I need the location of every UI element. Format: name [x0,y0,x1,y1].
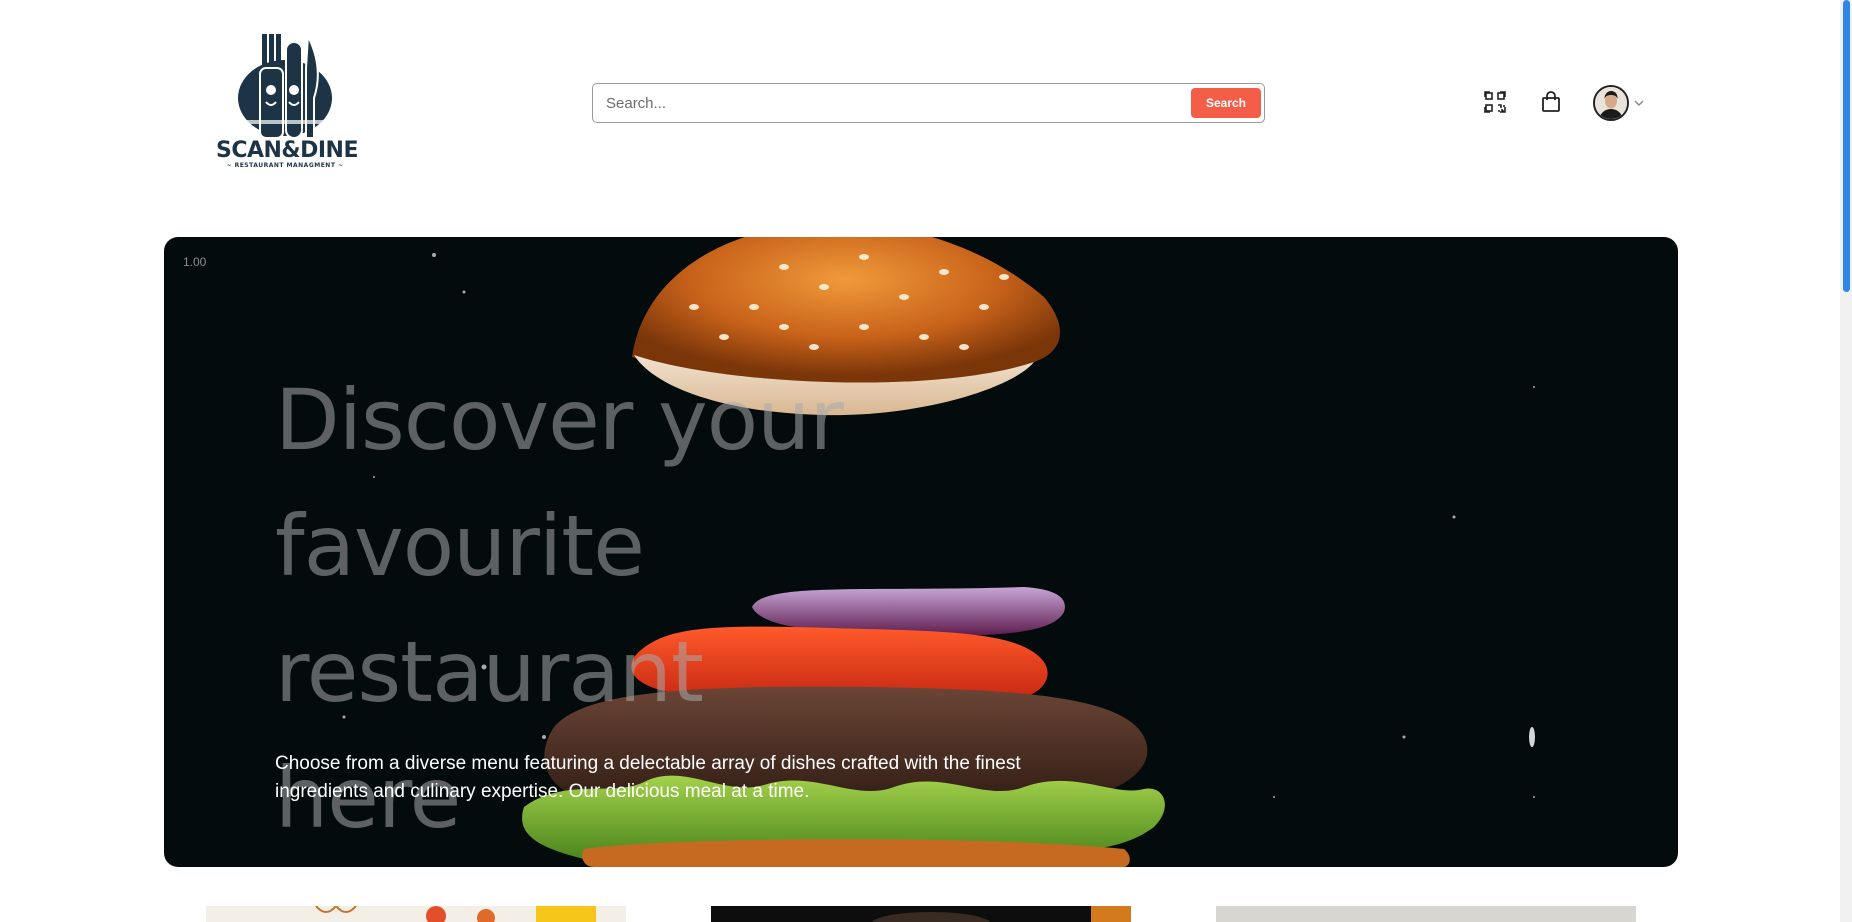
cutlery-logo-icon [238,32,332,139]
brand-tagline: ~ RESTAURANT MANAGMENT ~ [226,162,344,169]
search-button[interactable]: Search [1191,88,1261,118]
shopping-bag-icon[interactable] [1538,89,1564,115]
brand-name: SCAN&DINE [216,138,359,163]
playback-rate: 1.00 [183,255,207,269]
qr-code-scan-icon[interactable] [1482,89,1508,115]
restaurant-card[interactable] [206,906,626,922]
restaurant-card[interactable] [711,906,1131,922]
restaurant-card[interactable] [1216,906,1636,922]
search-input[interactable] [593,84,1183,122]
page-scrollbar-thumb[interactable] [1843,0,1850,292]
hero-title-line: Discover your [275,371,844,469]
hero-description: Choose from a diverse menu featuring a d… [275,753,1021,802]
brand-logo[interactable]: SCAN&DINE ~ RESTAURANT MANAGMENT ~ [216,28,359,172]
chevron-down-icon[interactable] [1633,96,1645,108]
search-bar: Search [592,83,1265,123]
user-avatar[interactable] [1593,85,1629,121]
hero-title-line: favourite restaurant [275,497,704,721]
hero-banner: 1.00 Discover your favourite restaurant … [164,237,1678,867]
